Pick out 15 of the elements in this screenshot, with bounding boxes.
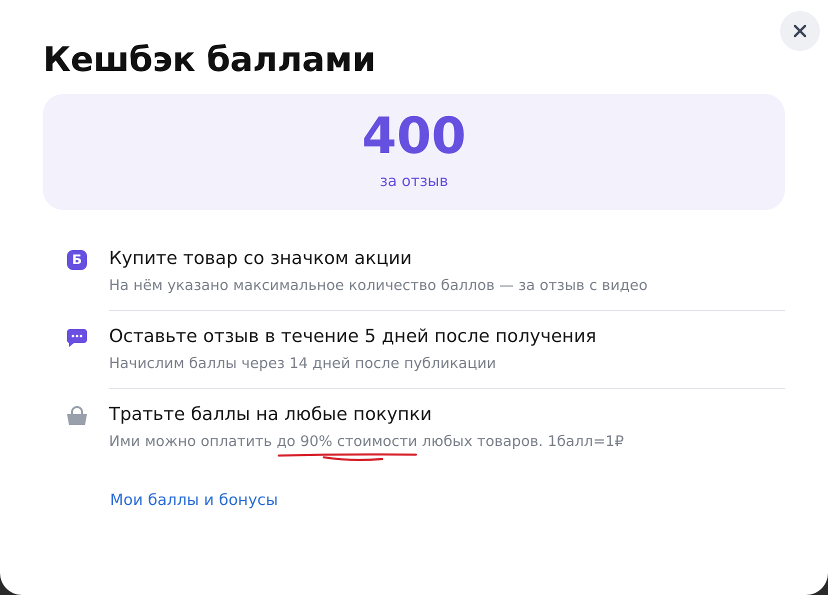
step-title: Тратьте баллы на любые покупки	[109, 403, 433, 427]
step-description: Начислим баллы через 14 дней после публикации	[109, 355, 498, 374]
promo-badge-icon: Б	[67, 250, 87, 270]
step-description: На нём указано максимальное количество баллов — за отзыв с видео	[109, 277, 649, 296]
bag-icon	[66, 406, 88, 426]
cashback-caption: за отзыв	[380, 172, 448, 190]
modal-title: Кешбэк баллами	[43, 40, 377, 80]
bonus-link[interactable]: Мои баллы и бонусы	[110, 491, 278, 509]
cashback-amount: 400	[362, 106, 466, 166]
chat-icon	[66, 328, 88, 348]
step-title: Купите товар со значком акции	[109, 247, 413, 271]
close-icon	[793, 24, 807, 38]
step-title: Оставьте отзыв в течение 5 дней после получения	[109, 325, 598, 349]
step-description: Ими можно оплатить до 90% стоимости любых товаров. 1балл=1₽	[109, 430, 785, 454]
close-button[interactable]	[780, 11, 820, 51]
